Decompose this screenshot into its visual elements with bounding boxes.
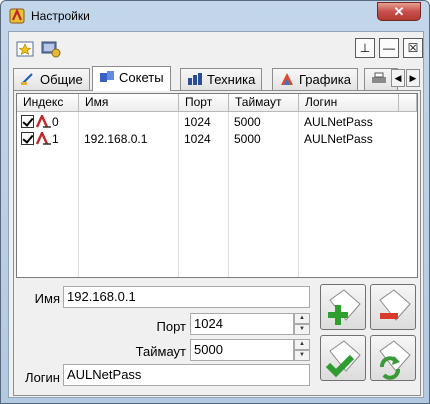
graphics-icon <box>281 73 293 85</box>
general-icon <box>21 73 33 85</box>
tab-label: Графика <box>299 72 351 87</box>
toolbar: ⊥ — ☒ <box>9 32 423 66</box>
name-label: Имя <box>34 291 60 306</box>
remove-socket-button[interactable] <box>370 284 416 330</box>
index-cell: 0 <box>17 114 59 131</box>
minimize-button[interactable]: — <box>379 38 399 58</box>
settings-window: Настройки ✕ ⊥ — ☒ Общие Сокеты Техника Г… <box>0 0 430 404</box>
socket-icon <box>36 132 51 145</box>
tab-scroll-right-button[interactable]: ▶ <box>406 69 420 87</box>
name-field[interactable]: 192.168.0.1 <box>63 286 310 308</box>
spin-down-icon[interactable]: ▼ <box>294 324 310 335</box>
timeout-label: Таймаут <box>135 344 186 359</box>
index-value: 1 <box>52 132 59 146</box>
column-header-login[interactable]: Логин <box>299 94 399 112</box>
login-cell: AULNetPass <box>304 132 373 146</box>
timeout-field[interactable]: 5000 <box>190 339 294 361</box>
port-label: Порт <box>156 319 186 334</box>
column-header-port[interactable]: Порт <box>179 94 229 112</box>
socket-icon <box>36 115 51 128</box>
column-header-timeout[interactable]: Таймаут <box>229 94 299 112</box>
tab-label: Сокеты <box>119 70 164 85</box>
port-cell: 1024 <box>184 115 211 129</box>
window-title: Настройки <box>31 9 90 23</box>
spin-up-icon[interactable]: ▲ <box>294 313 310 324</box>
tab-bar: Общие Сокеты Техника Графика Г ◀ ▶ <box>13 66 421 91</box>
port-field[interactable]: 1024 <box>190 313 294 335</box>
name-cell: 192.168.0.1 <box>84 132 148 146</box>
spin-up-icon[interactable]: ▲ <box>294 339 310 350</box>
tab-graphics[interactable]: Графика <box>272 68 358 90</box>
tab-scroll-left-button[interactable]: ◀ <box>391 69 405 87</box>
client-area: ⊥ — ☒ Общие Сокеты Техника Графика Г ◀ ▶ <box>8 31 424 398</box>
sockets-panel: Индекс Имя Порт Таймаут Логин 0 1024 500… <box>13 90 421 396</box>
row-enabled-checkbox[interactable] <box>21 132 34 145</box>
refresh-button[interactable] <box>370 335 416 381</box>
index-cell: 1 <box>17 131 59 148</box>
timeout-spinner[interactable]: ▲ ▼ <box>294 339 310 361</box>
login-field[interactable]: AULNetPass <box>63 364 310 386</box>
window-close-button[interactable]: ✕ <box>377 2 421 21</box>
row-enabled-checkbox[interactable] <box>21 115 34 128</box>
close-panel-button[interactable]: ☒ <box>403 38 423 58</box>
tab-label: Техника <box>207 72 256 87</box>
settings-user-icon[interactable] <box>41 39 61 59</box>
spin-down-icon[interactable]: ▼ <box>294 350 310 361</box>
app-icon <box>9 8 25 24</box>
port-spinner[interactable]: ▲ ▼ <box>294 313 310 335</box>
add-icon <box>328 289 361 325</box>
tab-hardware[interactable]: Техника <box>180 68 263 90</box>
title-bar[interactable]: Настройки ✕ <box>1 1 429 31</box>
table-row[interactable]: 0 1024 5000 AULNetPass <box>17 114 417 131</box>
hardware-icon <box>188 73 202 85</box>
tab-label: Общие <box>40 72 83 87</box>
sockets-grid[interactable]: Индекс Имя Порт Таймаут Логин 0 1024 500… <box>16 93 418 278</box>
column-header-name[interactable]: Имя <box>79 94 179 112</box>
timeout-cell: 5000 <box>234 132 261 146</box>
login-label: Логин <box>25 370 60 385</box>
sockets-icon <box>100 71 114 82</box>
timeout-cell: 5000 <box>234 115 261 129</box>
tab-general[interactable]: Общие <box>13 68 90 90</box>
printer-icon <box>372 72 386 83</box>
checkmark-icon <box>325 340 361 378</box>
pin-button[interactable]: ⊥ <box>355 38 375 58</box>
apply-button[interactable] <box>320 335 366 381</box>
login-cell: AULNetPass <box>304 115 373 129</box>
add-socket-button[interactable] <box>320 284 366 330</box>
column-header-filler <box>399 94 417 112</box>
favorite-icon[interactable] <box>15 39 35 59</box>
remove-icon <box>379 289 411 321</box>
grid-header: Индекс Имя Порт Таймаут Логин <box>17 94 417 112</box>
name-cell <box>79 114 84 131</box>
column-header-index[interactable]: Индекс <box>17 94 79 112</box>
tab-sockets[interactable]: Сокеты <box>92 66 171 91</box>
table-row[interactable]: 1 192.168.0.1 1024 5000 AULNetPass <box>17 131 417 148</box>
index-value: 0 <box>52 115 59 129</box>
refresh-icon <box>379 340 411 380</box>
port-cell: 1024 <box>184 132 211 146</box>
